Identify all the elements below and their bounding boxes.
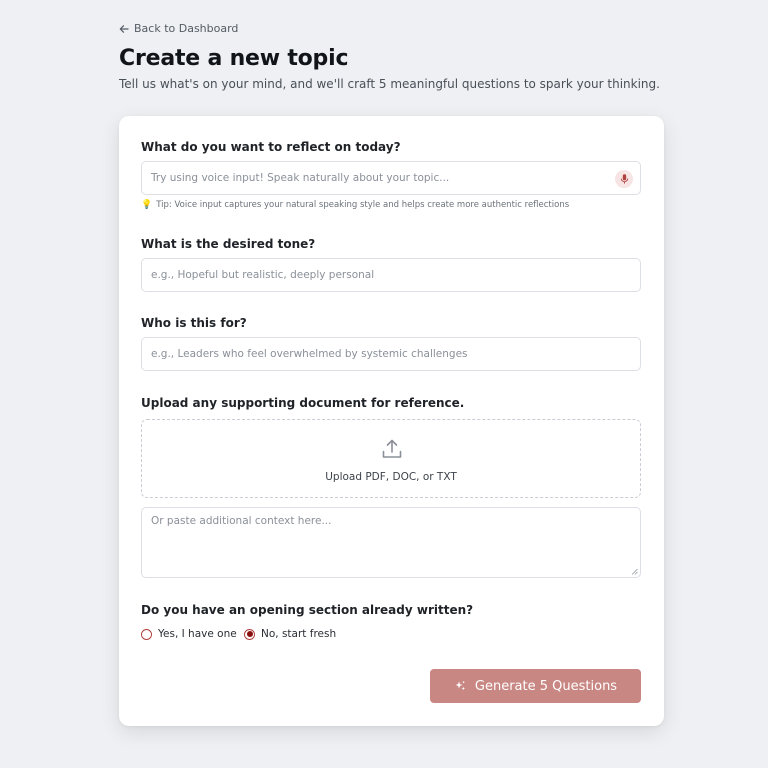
resize-grip-icon[interactable] [631, 568, 638, 575]
radio-option-no[interactable]: No, start fresh [244, 628, 336, 640]
radio-yes-circle[interactable] [141, 628, 152, 640]
voice-input-button[interactable] [615, 170, 633, 188]
radio-no-circle[interactable] [244, 628, 255, 640]
radio-yes-label: Yes, I have one [158, 628, 237, 640]
microphone-icon [620, 174, 628, 184]
arrow-left-icon [119, 24, 129, 33]
reflect-input-placeholder: Try using voice input! Speak naturally a… [151, 172, 450, 184]
opening-label: Do you have an opening section already w… [141, 603, 474, 617]
sparkles-icon [455, 681, 465, 691]
reflect-input[interactable]: Try using voice input! Speak naturally a… [141, 161, 641, 195]
tone-input-placeholder: e.g., Hopeful but realistic, deeply pers… [151, 269, 375, 281]
back-to-dashboard-link[interactable]: Back to Dashboard [119, 22, 238, 35]
voice-tip-text: Tip: Voice input captures your natural s… [156, 200, 570, 210]
generate-questions-button[interactable]: Generate 5 Questions [430, 669, 641, 703]
page-title: Create a new topic [119, 46, 349, 71]
lightbulb-icon: 💡 [141, 200, 153, 210]
audience-input[interactable]: e.g., Leaders who feel overwhelmed by sy… [141, 337, 641, 371]
upload-icon [382, 439, 402, 458]
context-textarea[interactable]: Or paste additional context here... [141, 507, 641, 578]
voice-tip: 💡 Tip: Voice input captures your natural… [141, 200, 569, 210]
tone-label: What is the desired tone? [141, 237, 316, 251]
tone-input[interactable]: e.g., Hopeful but realistic, deeply pers… [141, 258, 641, 292]
reflect-label: What do you want to reflect on today? [141, 140, 401, 154]
audience-label: Who is this for? [141, 316, 247, 330]
generate-button-label: Generate 5 Questions [474, 678, 618, 694]
back-link-label: Back to Dashboard [134, 22, 239, 35]
radio-option-yes[interactable]: Yes, I have one [141, 628, 237, 640]
upload-label: Upload any supporting document for refer… [141, 396, 465, 410]
context-textarea-placeholder: Or paste additional context here... [151, 515, 332, 527]
topic-form-card: What do you want to reflect on today? Tr… [119, 116, 664, 726]
radio-no-label: No, start fresh [261, 628, 337, 640]
page-subtitle: Tell us what's on your mind, and we'll c… [119, 77, 660, 91]
audience-input-placeholder: e.g., Leaders who feel overwhelmed by sy… [151, 348, 468, 360]
upload-text: Upload PDF, DOC, or TXT [325, 471, 457, 483]
file-upload-dropzone[interactable]: Upload PDF, DOC, or TXT [141, 419, 641, 498]
